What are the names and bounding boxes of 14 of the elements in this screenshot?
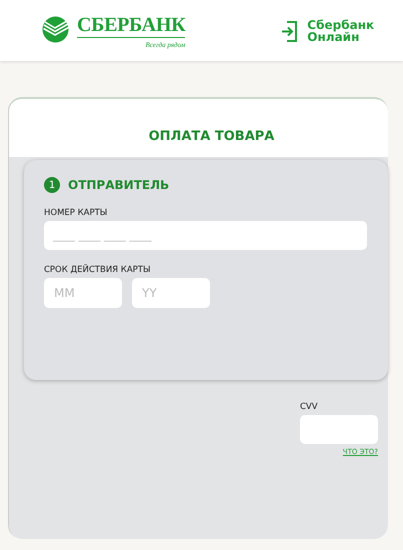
field-label: CVV <box>300 402 318 412</box>
logo-icon <box>42 16 69 43</box>
step-number: 1 <box>44 177 60 193</box>
cvv-field[interactable] <box>300 415 378 444</box>
page-title: ОПЛАТА ТОВАРА <box>148 128 276 146</box>
card-number-field[interactable]: ____ ____ ____ ____ <box>44 221 367 250</box>
month-field[interactable]: MM <box>44 278 122 308</box>
year-field[interactable]: YY <box>132 278 210 308</box>
field-label: СРОК ДЕЙСТВИЯ КАРТЫ <box>44 265 152 275</box>
online-banking-link[interactable]: Сбербанк Онлайн <box>307 19 374 43</box>
logo-wordmark: СБЕРБАНК <box>77 16 186 38</box>
login-icon[interactable] <box>281 20 298 42</box>
field-label: НОМЕР КАРТЫ <box>44 208 108 218</box>
section-title: ОТПРАВИТЕЛЬ <box>68 178 170 192</box>
